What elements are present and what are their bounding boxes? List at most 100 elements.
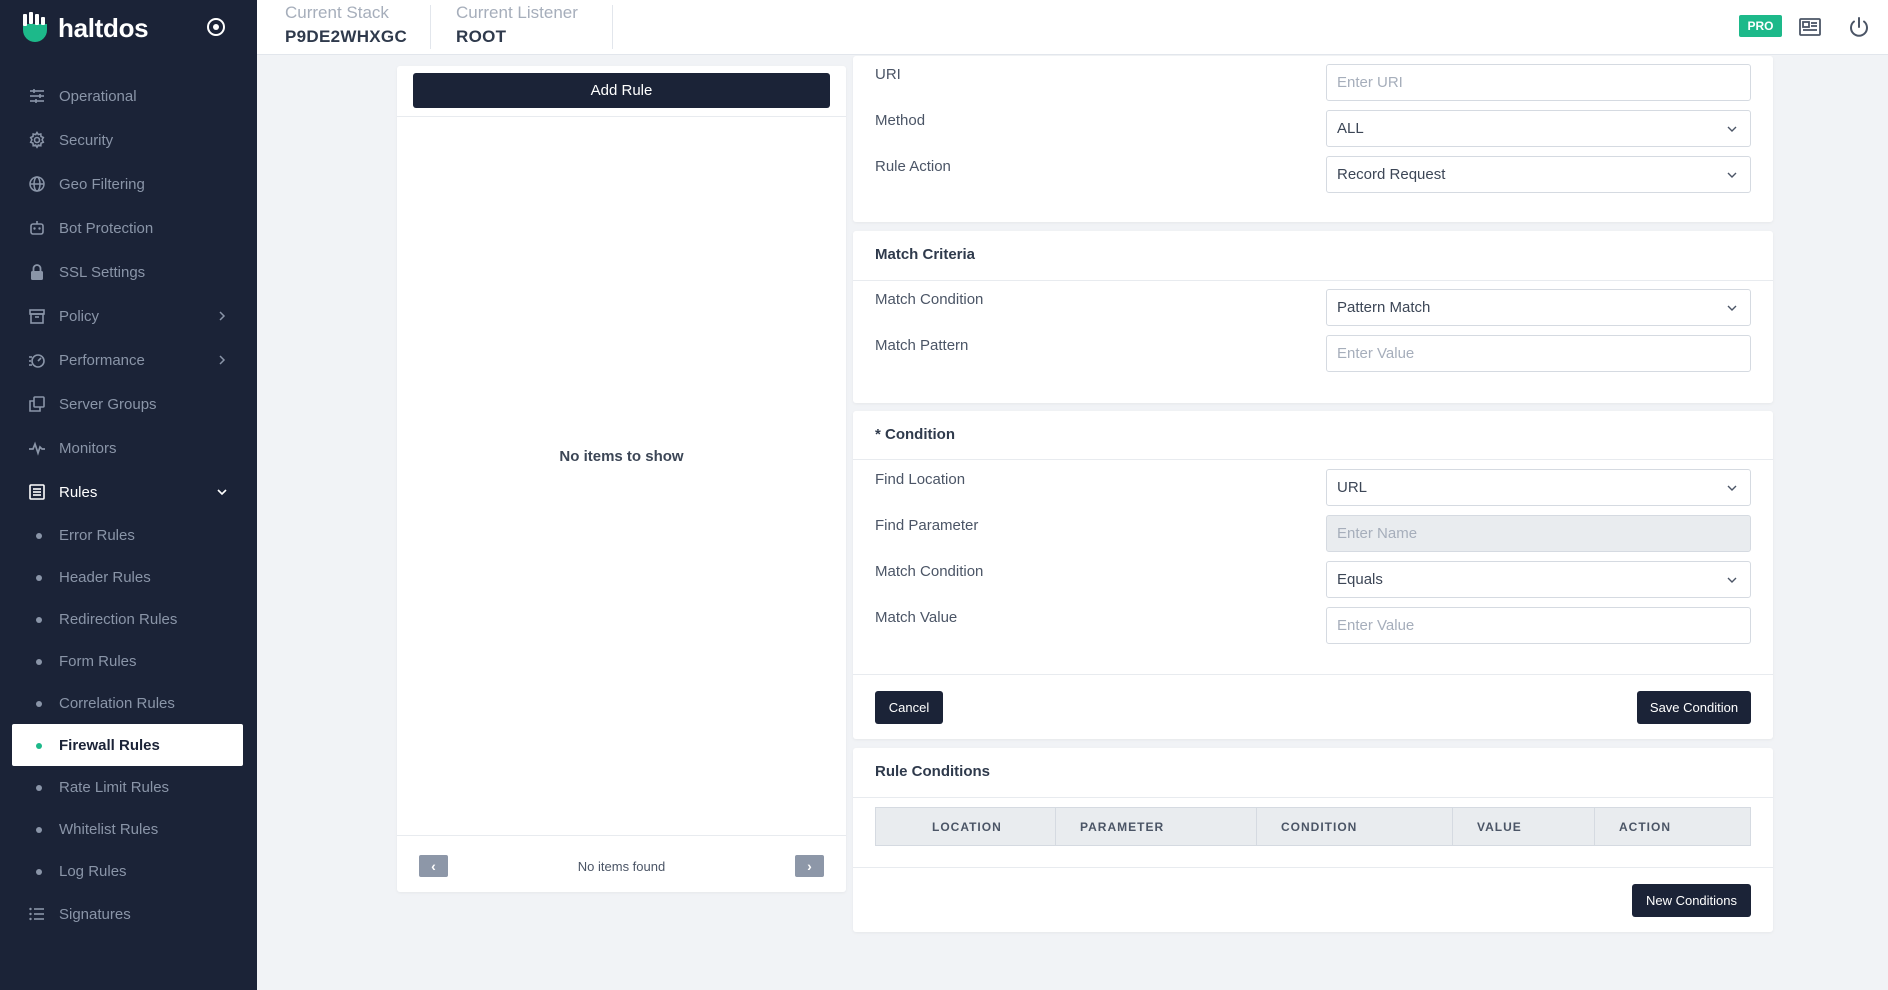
chevron-down-icon [217,489,227,496]
sidebar-subitem-label: Whitelist Rules [59,820,159,838]
find-location-value: URL [1337,479,1368,496]
save-condition-button[interactable]: Save Condition [1637,691,1751,724]
target-circle-icon[interactable] [205,16,227,38]
brand[interactable]: haltdos [20,10,149,46]
sidebar-item-label: Signatures [59,905,131,923]
bullet-dot [36,827,42,833]
bullet-dot [36,869,42,875]
sidebar-item-performance[interactable]: Performance [0,338,257,382]
sidebar-item-label: Monitors [59,439,117,457]
empty-list-message: No items to show [559,448,684,465]
uri-input[interactable]: Enter URI [1326,64,1751,101]
new-conditions-button[interactable]: New Conditions [1632,884,1751,917]
chevron-right-icon [219,355,226,365]
divider [853,797,1773,798]
column-header-condition[interactable]: CONDITION [1257,808,1453,845]
chevron-down-icon [1727,305,1737,311]
match-condition-select[interactable]: Pattern Match [1326,289,1751,326]
sidebar-item-rules[interactable]: Rules [0,470,257,514]
sidebar-item-label: Geo Filtering [59,175,145,193]
chevron-down-icon [1727,172,1737,178]
rule-form-card: URI Enter URI Method ALL Rule Action Rec… [853,56,1773,222]
current-stack[interactable]: Current Stack P9DE2WHXGC [285,0,407,50]
method-select[interactable]: ALL [1326,110,1751,147]
newspaper-icon[interactable] [1798,15,1822,39]
copy-icon [28,395,46,413]
sidebar-subitem-error-rules[interactable]: Error Rules [0,514,257,556]
sidebar-subitem-label: Redirection Rules [59,610,178,628]
current-listener[interactable]: Current Listener ROOT [456,0,578,50]
chevron-down-icon [1727,485,1737,491]
condition-match-select[interactable]: Equals [1326,561,1751,598]
column-header-action[interactable]: ACTION [1595,808,1750,845]
sidebar-subitem-label: Header Rules [59,568,151,586]
sidebar-subitem-redirection-rules[interactable]: Redirection Rules [0,598,257,640]
sidebar-item-server-groups[interactable]: Server Groups [0,382,257,426]
sidebar-subitem-label: Log Rules [59,862,127,880]
divider [397,116,846,117]
match-value-label: Match Value [875,609,958,626]
condition-card: * Condition Find Location URL Find Param… [853,411,1773,739]
find-parameter-input: Enter Name [1326,515,1751,552]
divider [853,674,1773,675]
condition-match-value: Equals [1337,571,1383,588]
sidebar-subitem-firewall-rules[interactable]: Firewall Rules [12,724,243,766]
sidebar-item-label: Performance [59,351,145,369]
bullet-dot [36,659,42,665]
sidebar-nav: Operational Security Geo Filtering Bot P… [0,74,257,936]
sidebar-subitem-rate-limit-rules[interactable]: Rate Limit Rules [0,766,257,808]
sidebar-subitem-label: Rate Limit Rules [59,778,170,796]
sidebar-item-monitors[interactable]: Monitors [0,426,257,470]
sidebar-subitem-header-rules[interactable]: Header Rules [0,556,257,598]
sidebar-subitem-log-rules[interactable]: Log Rules [0,850,257,892]
condition-title: * Condition [875,426,955,443]
method-label: Method [875,112,926,129]
sidebar-subitem-whitelist-rules[interactable]: Whitelist Rules [0,808,257,850]
rule-list-panel: Add Rule No items to show ‹ No items fou… [397,66,846,892]
match-pattern-input[interactable]: Enter Value [1326,335,1751,372]
power-icon[interactable] [1847,15,1871,39]
sidebar-item-label: Security [59,131,114,149]
pagination-status: No items found [577,859,666,874]
sidebar-item-label: Rules [59,483,98,501]
match-pattern-label: Match Pattern [875,337,969,354]
divider [853,280,1773,281]
match-condition-label: Match Condition [875,291,984,308]
list-pagination: ‹ No items found › [397,835,846,892]
rule-action-select[interactable]: Record Request [1326,156,1751,193]
current-listener-value: ROOT [456,27,507,46]
rule-conditions-table-header: LOCATION PARAMETER CONDITION VALUE ACTIO… [875,807,1751,846]
find-parameter-label: Find Parameter [875,517,979,534]
next-page-button[interactable]: › [795,855,824,877]
chevron-right-icon [219,311,226,321]
header-divider [612,5,613,49]
column-header-parameter[interactable]: PARAMETER [1056,808,1257,845]
sidebar-item-signatures[interactable]: Signatures [0,892,257,936]
gear-icon [28,131,46,149]
match-condition-label: Match Condition [875,563,984,580]
uri-label: URI [875,66,901,83]
current-listener-label: Current Listener [456,3,578,22]
method-value: ALL [1337,120,1364,137]
sidebar-item-geo-filtering[interactable]: Geo Filtering [0,162,257,206]
sidebar-item-policy[interactable]: Policy [0,294,257,338]
match-criteria-title: Match Criteria [875,246,976,263]
haltdos-logo-icon [23,12,47,42]
sidebar-item-bot-protection[interactable]: Bot Protection [0,206,257,250]
header-divider [430,5,431,49]
match-criteria-card: Match Criteria Match Condition Pattern M… [853,231,1773,403]
sidebar-item-security[interactable]: Security [0,118,257,162]
find-location-select[interactable]: URL [1326,469,1751,506]
sidebar-item-ssl-settings[interactable]: SSL Settings [0,250,257,294]
cancel-button[interactable]: Cancel [875,691,943,724]
divider [853,867,1773,868]
rule-action-label: Rule Action [875,158,951,175]
sidebar-item-operational[interactable]: Operational [0,74,257,118]
column-header-location[interactable]: LOCATION [876,808,1056,845]
column-header-value[interactable]: VALUE [1453,808,1595,845]
sidebar-subitem-correlation-rules[interactable]: Correlation Rules [0,682,257,724]
sidebar-subitem-form-rules[interactable]: Form Rules [0,640,257,682]
sidebar-subitem-label: Form Rules [59,652,137,670]
add-rule-button[interactable]: Add Rule [413,73,830,108]
match-value-input[interactable]: Enter Value [1326,607,1751,644]
